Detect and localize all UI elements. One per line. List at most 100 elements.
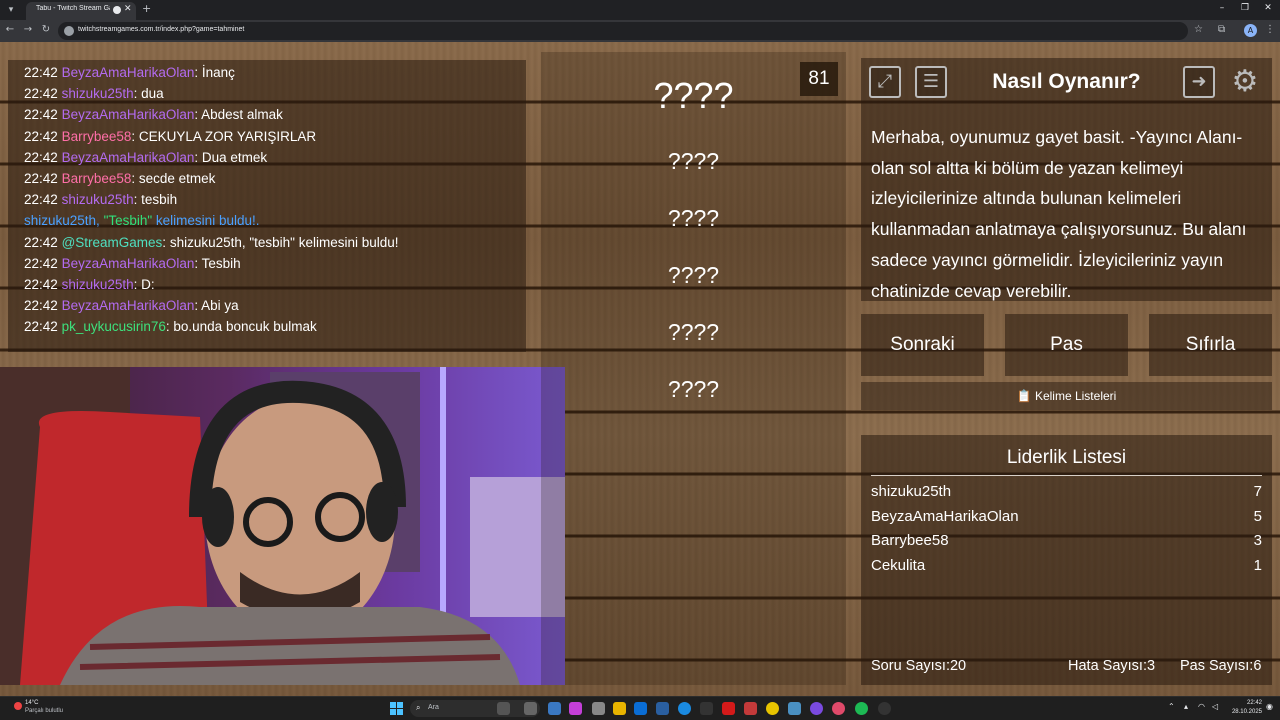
task-view-icon[interactable] — [524, 702, 537, 715]
chat-username[interactable]: Barrybee58 — [62, 129, 132, 144]
weather-desc: Parçalı bulutlu — [25, 708, 64, 714]
player-name: shizuku25th — [871, 483, 952, 500]
chat-username[interactable]: BeyzaAmaHarikaOlan — [62, 298, 195, 313]
webcam-feed — [0, 367, 565, 685]
word-lists-button[interactable]: 📋 Kelime Listeleri — [861, 382, 1272, 410]
extensions-icon[interactable]: ⧉ — [1218, 24, 1225, 35]
profile-avatar[interactable]: A — [1244, 24, 1257, 37]
bookmark-star-icon[interactable]: ☆ — [1194, 24, 1203, 35]
spotify-app-icon[interactable] — [855, 702, 868, 715]
taskbar-search[interactable]: ⌕ Ara — [410, 700, 540, 717]
volume-icon[interactable]: ◁ — [1212, 702, 1218, 711]
widgets-app-icon[interactable] — [497, 702, 510, 715]
photos-app-icon[interactable] — [548, 702, 561, 715]
edge-app-icon[interactable] — [678, 702, 691, 715]
site-info-icon[interactable] — [64, 26, 74, 36]
chat-username[interactable]: BeyzaAmaHarikaOlan — [62, 150, 195, 165]
search-icon: ⌕ — [416, 703, 421, 712]
terminal-app-icon[interactable] — [656, 702, 669, 715]
chat-time: 22:42 — [24, 128, 58, 144]
browser-menu-icon[interactable]: ⋮ — [1265, 24, 1275, 35]
tab-search-icon[interactable]: ▾ — [4, 3, 18, 17]
player-name: Cekulita — [871, 556, 926, 574]
back-icon[interactable]: ← — [3, 24, 17, 35]
file-explorer-icon[interactable] — [613, 702, 626, 715]
wifi-icon[interactable]: ◠ — [1198, 702, 1205, 711]
chat-username[interactable]: shizuku25th — [62, 192, 134, 207]
chat-message: 22:42 shizuku25th: tesbih — [24, 192, 178, 208]
chat-time: 22:42 — [24, 234, 58, 250]
browser-toolbar: ← → ↻ twitchstreamgames.com.tr/index.php… — [0, 20, 1280, 42]
chat-username[interactable]: BeyzaAmaHarikaOlan — [62, 256, 195, 271]
chat-time: 22:42 — [24, 255, 58, 271]
app-icon-7[interactable] — [700, 702, 713, 715]
tab-title: Tabu - Twitch Stream Game — [36, 5, 110, 12]
next-button[interactable]: Sonraki — [861, 314, 984, 376]
new-tab-icon[interactable]: + — [142, 2, 151, 15]
store-app-icon[interactable] — [634, 702, 647, 715]
chat-username[interactable]: shizuku25th — [62, 86, 134, 101]
netflix-app-icon[interactable] — [722, 702, 735, 715]
notepad-app-icon[interactable] — [592, 702, 605, 715]
chat-username[interactable]: BeyzaAmaHarikaOlan — [62, 65, 195, 80]
browser-tab-bar: ▾ Tabu - Twitch Stream Game ✕ + – ❐ ✕ — [0, 0, 1280, 20]
chrome-app-icon[interactable] — [766, 702, 779, 715]
maximize-icon[interactable]: ❐ — [1235, 3, 1255, 13]
pass-button[interactable]: Pas — [1005, 314, 1128, 376]
error-count-value: 3 — [1146, 658, 1156, 674]
address-bar[interactable]: twitchstreamgames.com.tr/index.php?game=… — [58, 22, 1188, 40]
player-score: 7 — [1253, 483, 1262, 500]
forward-icon[interactable]: → — [21, 24, 35, 35]
chat-system-notice: shizuku25th, "Tesbih" kelimesini buldu!. — [24, 210, 510, 231]
player-score: 3 — [1253, 532, 1262, 549]
taskbar-clock[interactable]: 22:42 28.10.2025 — [1228, 699, 1262, 717]
chat-message: 22:42 Barrybee58: CEKUYLA ZOR YARIŞIRLAR — [24, 128, 317, 144]
chat-time: 22:42 — [24, 192, 58, 208]
chat-text: Abi ya — [201, 298, 239, 314]
start-button-icon[interactable] — [390, 702, 403, 715]
reset-button[interactable]: Sıfırla — [1149, 314, 1272, 376]
chat-time: 22:42 — [24, 319, 58, 335]
notifications-icon[interactable]: ◉ — [1266, 702, 1273, 711]
tray-chevron-icon[interactable]: ⌃ — [1168, 702, 1175, 711]
reload-icon[interactable]: ↻ — [39, 24, 53, 35]
taboo-word: ???? — [667, 205, 720, 231]
browser-tab[interactable]: Tabu - Twitch Stream Game ✕ — [26, 2, 136, 20]
chat-text: D: — [141, 277, 155, 293]
logout-icon[interactable]: ➜ — [1183, 66, 1215, 98]
settings-gear-icon[interactable]: ⚙ — [1229, 66, 1261, 98]
game-page: 22:42 BeyzaAmaHarikaOlan: İnanç 22:42 shi… — [0, 42, 1280, 696]
chat-username[interactable]: pk_uykucusirin76 — [62, 319, 166, 334]
chat-time: 22:42 — [24, 298, 58, 314]
question-count: Soru Sayısı:20 — [871, 658, 966, 674]
notice-suffix: kelimesini buldu!. — [152, 213, 260, 229]
app-icon-13[interactable] — [832, 702, 845, 715]
app-icon-9[interactable] — [744, 702, 757, 715]
target-word: ???? — [653, 75, 734, 116]
address-url: twitchstreamgames.com.tr/index.php?game=… — [78, 26, 245, 33]
leaderboard-panel: Liderlik Listesi shizuku25th 7 BeyzaAmaHar… — [861, 435, 1272, 685]
taboo-word: ???? — [667, 148, 720, 174]
app-icon-15[interactable] — [878, 702, 891, 715]
obs-app-icon[interactable] — [810, 702, 823, 715]
webcam-image — [0, 367, 565, 685]
weather-temp: 14°C — [25, 700, 39, 706]
chat-username[interactable]: @StreamGames — [62, 235, 163, 250]
chat-username[interactable]: BeyzaAmaHarikaOlan — [62, 107, 195, 122]
minimize-icon[interactable]: – — [1212, 3, 1232, 13]
chat-username[interactable]: Barrybee58 — [62, 171, 132, 186]
chat-message: 22:42 BeyzaAmaHarikaOlan: Dua etmek — [24, 149, 268, 165]
tray-icon-1[interactable]: ▴ — [1184, 702, 1188, 711]
chat-text: bo.unda boncuk bulmak — [173, 319, 317, 335]
how-to-play-text: Merhaba, oyunumuz gayet basit. -Yayıncı … — [871, 127, 1247, 301]
player-name: Barrybee58 — [871, 532, 949, 549]
audio-playing-icon[interactable] — [113, 6, 121, 14]
close-window-icon[interactable]: ✕ — [1258, 3, 1278, 13]
copilot-app-icon[interactable] — [569, 702, 582, 715]
chat-username[interactable]: shizuku25th — [62, 277, 134, 292]
chat-text: secde etmek — [138, 171, 216, 187]
app-icon-11[interactable] — [788, 702, 801, 715]
tab-close-icon[interactable]: ✕ — [124, 4, 132, 14]
pass-count-value: 6 — [1253, 658, 1262, 674]
chat-time: 22:42 — [24, 277, 58, 293]
